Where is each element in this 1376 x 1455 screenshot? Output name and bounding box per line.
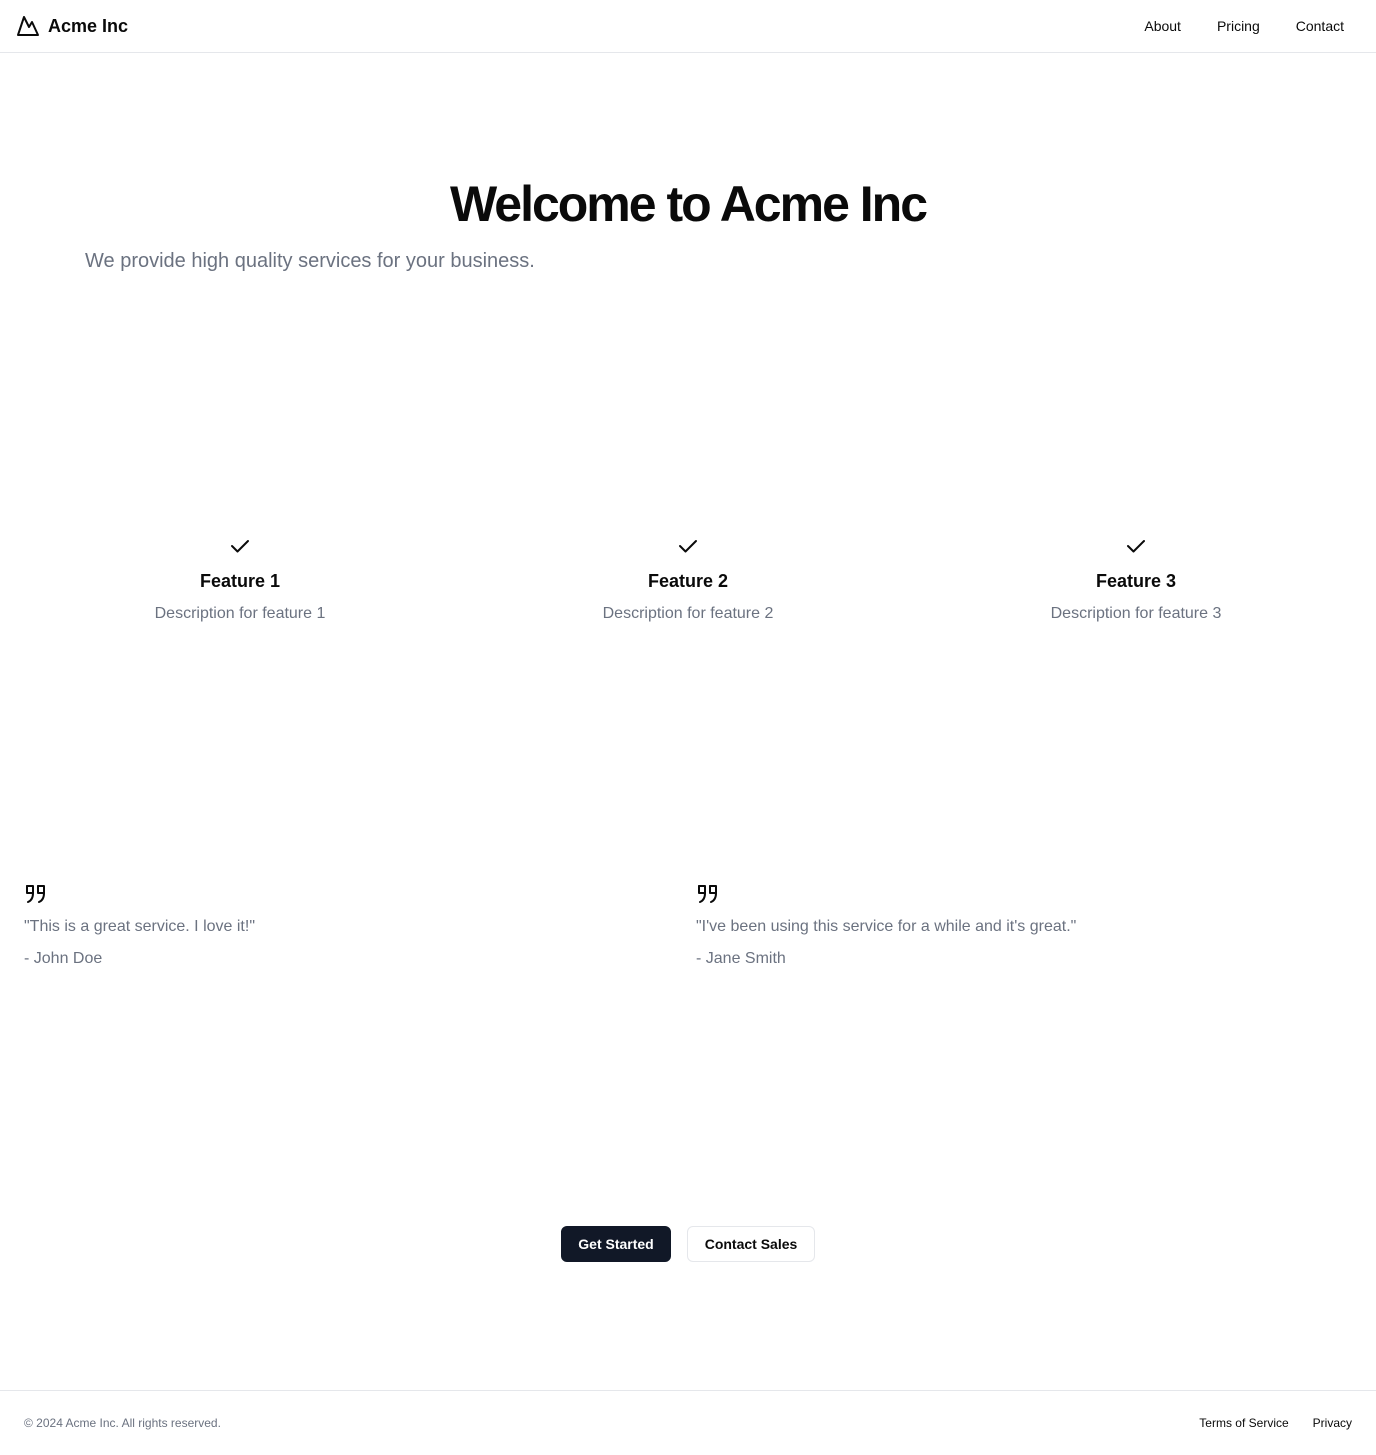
testimonial-card: "This is a great service. I love it!" - … [24,882,696,970]
feature-title: Feature 2 [647,571,729,591]
feature-title: Feature 1 [199,571,281,591]
testimonial-card: "I've been using this service for a whil… [696,882,1368,970]
brand-name: Acme Inc [48,15,129,36]
site-footer: © 2024 Acme Inc. All rights reserved. Te… [0,1390,1376,1455]
feature-description: Description for feature 3 [1050,605,1222,622]
privacy-link[interactable]: Privacy [1313,1416,1352,1430]
features-section: Feature 1 Description for feature 1 Feat… [16,534,1360,625]
hero-subtitle: We provide high quality services for you… [85,250,535,272]
main-nav: About Pricing Contact [1108,18,1360,34]
nav-contact-link[interactable]: Contact [1296,18,1344,34]
cta-section: Get Started Contact Sales [0,1226,1376,1262]
feature-description: Description for feature 1 [154,605,326,622]
testimonial-quote: "I've been using this service for a whil… [696,918,1077,935]
testimonial-author: - John Doe [24,950,103,967]
feature-card: Feature 3 Description for feature 3 [912,534,1360,625]
quote-icon [698,885,717,903]
copyright-text: © 2024 Acme Inc. All rights reserved. [24,1416,221,1430]
brand-link[interactable]: Acme Inc [16,14,128,38]
check-icon [1127,540,1145,553]
testimonial-author: - Jane Smith [696,950,786,967]
hero-title: Welcome to Acme Inc [449,176,928,232]
nav-about-link[interactable]: About [1144,18,1181,34]
check-icon [231,540,249,553]
get-started-button[interactable]: Get Started [561,1226,671,1262]
feature-card: Feature 1 Description for feature 1 [16,534,464,625]
site-header: Acme Inc About Pricing Contact [0,0,1376,53]
nav-pricing-link[interactable]: Pricing [1217,18,1260,34]
check-icon [679,540,697,553]
feature-description: Description for feature 2 [602,605,774,622]
feature-card: Feature 2 Description for feature 2 [464,534,912,625]
footer-links: Terms of Service Privacy [1199,1416,1352,1430]
testimonials-section: "This is a great service. I love it!" - … [24,882,1368,970]
contact-sales-button[interactable]: Contact Sales [687,1226,815,1262]
testimonial-quote: "This is a great service. I love it!" [24,918,255,935]
feature-title: Feature 3 [1095,571,1177,591]
terms-of-service-link[interactable]: Terms of Service [1199,1416,1288,1430]
quote-icon [26,885,45,903]
mountain-icon [17,16,39,36]
